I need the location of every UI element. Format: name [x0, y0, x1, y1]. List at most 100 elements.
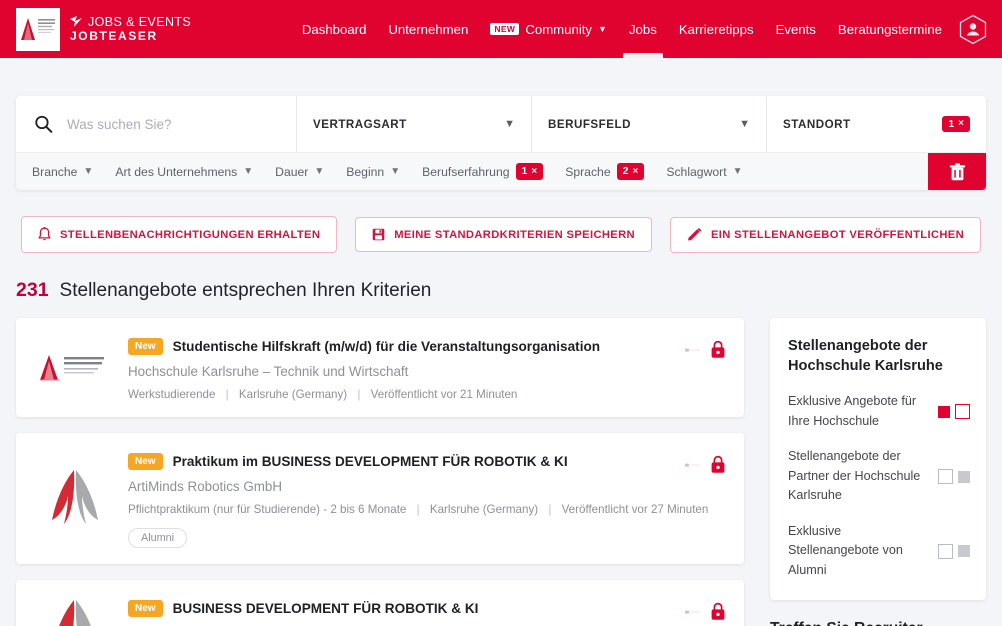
standort-count-chip[interactable]: 1 ×: [942, 115, 970, 133]
select-label: STANDORT: [783, 117, 851, 131]
hochschule-karlsruhe-logo-icon: [21, 18, 55, 40]
user-avatar-button[interactable]: [958, 12, 988, 46]
jobteaser-swoosh-icon: [70, 16, 82, 27]
sprache-count-chip[interactable]: 2 ×: [616, 163, 645, 180]
toggle-label: Exklusive Stellenangebote von Alumni: [788, 523, 903, 577]
chevron-down-icon: ▼: [83, 166, 94, 177]
nav-label: Unternehmen: [388, 21, 469, 37]
nav-label: Beratungstermine: [837, 21, 942, 37]
select-standort[interactable]: STANDORT 1 ×: [767, 96, 986, 152]
placeholder-line-icon: [685, 610, 700, 614]
job-details: New Praktikum im BUSINESS DEVELOPMENT FÜ…: [128, 449, 726, 548]
chip-count: 1: [521, 165, 528, 178]
meta-separator: |: [548, 503, 552, 516]
job-company-logo: [30, 449, 128, 548]
job-title-row: New BUSINESS DEVELOPMENT FÜR ROBOTIK & K…: [128, 600, 726, 617]
search-input[interactable]: [67, 116, 278, 132]
chevron-down-icon: ▼: [732, 166, 743, 177]
action-label: STELLENBENACHRICHTIGUNGEN ERHALTEN: [59, 228, 321, 241]
publish-job-button[interactable]: EIN STELLENANGEBOT VERÖFFENTLICHEN: [669, 216, 982, 253]
padlock-icon[interactable]: [710, 455, 726, 474]
job-title: BUSINESS DEVELOPMENT FÜR ROBOTIK & KI: [172, 601, 479, 616]
university-logo: [16, 7, 60, 51]
job-published: Veröffentlicht vor 27 Minuten: [561, 503, 709, 516]
filter-label: Berufserfahrung: [422, 164, 510, 179]
clear-filters-button[interactable]: [928, 153, 986, 190]
filter-berufserfahrung[interactable]: Berufserfahrung 1 ×: [422, 163, 544, 180]
nav-label: Dashboard: [301, 21, 367, 37]
job-card[interactable]: New Studentische Hilfskraft (m/w/d) für …: [16, 318, 744, 417]
chevron-down-icon: ▼: [504, 118, 515, 130]
job-card[interactable]: New BUSINESS DEVELOPMENT FÜR ROBOTIK & K…: [16, 580, 744, 626]
filter-sprache[interactable]: Sprache 2 ×: [565, 163, 645, 180]
close-icon: ×: [632, 165, 639, 177]
filter-beginn[interactable]: Beginn ▼: [346, 165, 400, 179]
select-label: VERTRAGSART: [313, 117, 407, 131]
nav-item-unternehmen[interactable]: Unternehmen: [388, 0, 468, 58]
toggle-track: [938, 469, 953, 485]
results-heading: 231 Stellenangebote entsprechen Ihren Kr…: [16, 279, 986, 302]
search-row: VERTRAGSART ▼ BERUFSFELD ▼ STANDORT 1 ×: [16, 96, 986, 152]
university-jobs-card: Stellenangebote der Hochschule Karlsruhe…: [770, 318, 986, 601]
filter-schlagwort[interactable]: Schlagwort ▼: [666, 165, 742, 179]
toggle-partner-offers[interactable]: [938, 469, 970, 485]
job-details: New BUSINESS DEVELOPMENT FÜR ROBOTIK & K…: [128, 596, 726, 626]
filter-art-des-unternehmens[interactable]: Art des Unternehmens ▼: [115, 165, 253, 179]
chevron-down-icon: ▼: [739, 118, 750, 130]
job-location: Karlsruhe (Germany): [429, 503, 539, 516]
nav-item-beratungstermine[interactable]: Beratungstermine: [838, 0, 942, 58]
berufserfahrung-count-chip[interactable]: 1 ×: [515, 163, 544, 180]
padlock-icon[interactable]: [710, 602, 726, 621]
nav-item-jobs[interactable]: Jobs: [629, 0, 657, 58]
chip-count: 2: [622, 165, 629, 178]
chevron-down-icon: ▼: [243, 166, 254, 177]
new-badge: New: [128, 453, 163, 470]
toggle-row-exclusive-university: Exklusive Angebote für Ihre Hochschule: [788, 392, 970, 431]
brand-line2: JOBTEASER: [70, 29, 158, 44]
nav-label: Community: [525, 21, 593, 37]
toggle-knob: [958, 545, 970, 558]
secondary-filter-row: Branche ▼ Art des Unternehmens ▼ Dauer ▼…: [16, 152, 986, 190]
job-company-name: ArtiMinds Robotics GmbH: [128, 479, 283, 494]
nav-item-karrieretipps[interactable]: Karrieretipps: [679, 0, 754, 58]
job-company-logo: [30, 596, 128, 626]
results-text: Stellenangebote entsprechen Ihren Kriter…: [59, 280, 432, 301]
filter-branche[interactable]: Branche ▼: [32, 165, 93, 179]
placeholder-line-icon: [685, 463, 700, 467]
content-area: New Studentische Hilfskraft (m/w/d) für …: [16, 318, 986, 626]
nav-item-community[interactable]: NEW Community ▼: [490, 0, 607, 58]
meta-separator: |: [416, 503, 420, 516]
nav-item-dashboard[interactable]: Dashboard: [302, 0, 367, 58]
search-field[interactable]: [16, 96, 297, 152]
select-berufsfeld[interactable]: BERUFSFELD ▼: [532, 96, 767, 152]
filter-dauer[interactable]: Dauer ▼: [275, 165, 324, 179]
job-card[interactable]: New Praktikum im BUSINESS DEVELOPMENT FÜ…: [16, 433, 744, 564]
save-criteria-button[interactable]: MEINE STANDARDKRITERIEN SPEICHERN: [355, 217, 652, 252]
chevron-down-icon: ▼: [390, 166, 401, 177]
job-meta: Werkstudierende | Karlsruhe (Germany) | …: [128, 388, 726, 401]
toggle-exclusive-university[interactable]: [938, 404, 970, 420]
save-disk-icon: [372, 228, 385, 241]
nav-item-events[interactable]: Events: [776, 0, 816, 58]
chevron-down-icon: ▼: [598, 24, 607, 34]
job-card-actions: [685, 455, 726, 474]
brand-logo-group[interactable]: JOBS & EVENTS JOBTEASER: [16, 7, 191, 51]
job-contract-type: Pflichtpraktikum (nur für Studierende) -…: [128, 503, 407, 516]
padlock-icon[interactable]: [710, 340, 726, 359]
pencil-icon: [687, 227, 702, 240]
nav-label: Jobs: [628, 21, 657, 37]
job-title: Studentische Hilfskraft (m/w/d) für die …: [172, 339, 601, 354]
toggle-alumni-offers[interactable]: [938, 543, 970, 559]
job-alerts-button[interactable]: STELLENBENACHRICHTIGUNGEN ERHALTEN: [20, 216, 338, 253]
chevron-down-icon: ▼: [314, 166, 325, 177]
close-icon: ×: [958, 118, 964, 129]
select-vertragsart[interactable]: VERTRAGSART ▼: [297, 96, 532, 152]
toggle-label: Stellenangebote der Partner der Hochschu…: [788, 449, 921, 503]
job-meta: Pflichtpraktikum (nur für Studierende) -…: [128, 503, 726, 516]
job-company-name: Hochschule Karlsruhe – Technik und Wirts…: [128, 364, 409, 379]
filter-label: Branche: [32, 164, 78, 179]
nav-new-badge: NEW: [490, 22, 520, 36]
bell-icon: [38, 227, 51, 241]
results-count: 231: [16, 279, 49, 301]
job-published: Veröffentlicht vor 21 Minuten: [370, 388, 518, 401]
